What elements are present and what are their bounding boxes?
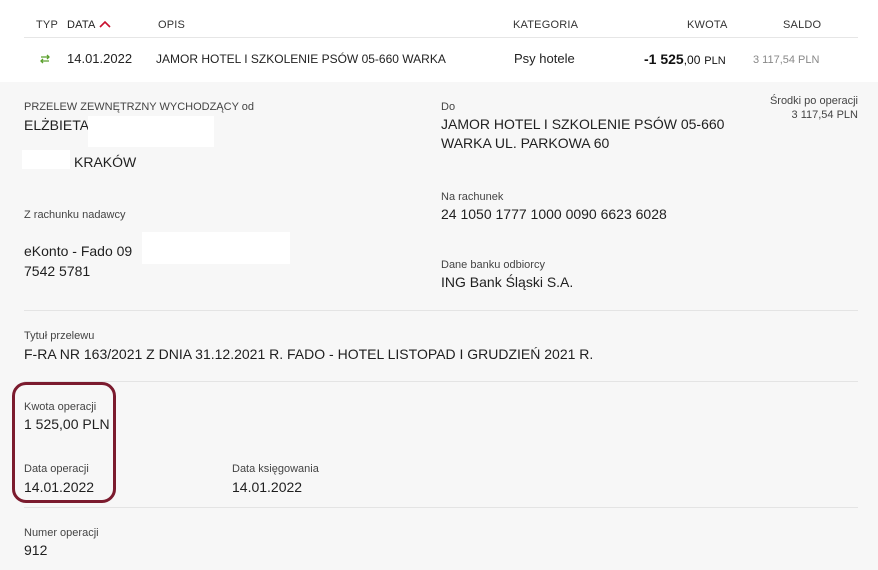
- funds-after-label: Środki po operacji: [769, 95, 858, 107]
- column-header-date[interactable]: DATA: [67, 19, 96, 31]
- column-header-amount: KWOTA: [687, 19, 728, 31]
- divider: [24, 310, 858, 311]
- transaction-balance: 3 117,54 PLN: [753, 54, 820, 66]
- redacted-block: [22, 150, 70, 169]
- divider: [24, 381, 858, 382]
- booking-date-value: 14.01.2022: [232, 479, 303, 495]
- column-header-type: TYP: [36, 19, 58, 31]
- account-from-number: 7542 5781: [24, 263, 91, 279]
- transaction-date: 14.01.2022: [67, 51, 133, 66]
- amount-integer: -1 525: [644, 51, 684, 67]
- highlight-annotation: [12, 382, 116, 503]
- column-header-category: KATEGORIA: [513, 19, 579, 31]
- booking-date-label: Data księgowania: [232, 463, 319, 475]
- redacted-block: [88, 116, 214, 147]
- sender-name: ELŻBIETA: [24, 117, 90, 133]
- transaction-amount: -1 525,00 PLN: [644, 51, 726, 67]
- amount-decimal: ,00: [683, 53, 701, 67]
- transfer-title-value: F-RA NR 163/2021 Z DNIA 31.12.2021 R. FA…: [24, 346, 594, 362]
- operation-number-label: Numer operacji: [24, 527, 99, 539]
- recipient-line-1: JAMOR HOTEL I SZKOLENIE PSÓW 05-660: [441, 116, 725, 132]
- transaction-category[interactable]: Psy hotele: [514, 51, 575, 66]
- column-header-description: OPIS: [158, 19, 186, 31]
- transfer-type-label: PRZELEW ZEWNĘTRZNY WYCHODZĄCY od: [24, 101, 255, 113]
- recipient-label: Do: [441, 101, 456, 113]
- account-from-label: Z rachunku nadawcy: [24, 209, 126, 221]
- transaction-description: JAMOR HOTEL I SZKOLENIE PSÓW 05-660 WARK…: [156, 52, 449, 66]
- transfer-arrows-icon: [40, 54, 50, 64]
- funds-after-value: 3 117,54 PLN: [791, 109, 858, 121]
- column-header-balance: SALDO: [783, 19, 822, 31]
- divider: [24, 507, 858, 508]
- transfer-title-label: Tytuł przelewu: [24, 330, 95, 342]
- redacted-block: [142, 232, 290, 264]
- account-to-number: 24 1050 1777 1000 0090 6623 6028: [441, 206, 667, 222]
- sort-ascending-icon[interactable]: [99, 20, 111, 28]
- recipient-bank-name: ING Bank Śląski S.A.: [441, 274, 574, 290]
- account-from-name: eKonto - Fado 09: [24, 243, 133, 259]
- recipient-line-2: WARKA UL. PARKOWA 60: [441, 135, 610, 151]
- operation-number-value: 912: [24, 542, 48, 558]
- sender-city: KRAKÓW: [74, 154, 137, 170]
- recipient-bank-label: Dane banku odbiorcy: [441, 259, 545, 271]
- amount-currency: PLN: [704, 55, 726, 67]
- account-to-label: Na rachunek: [441, 191, 504, 203]
